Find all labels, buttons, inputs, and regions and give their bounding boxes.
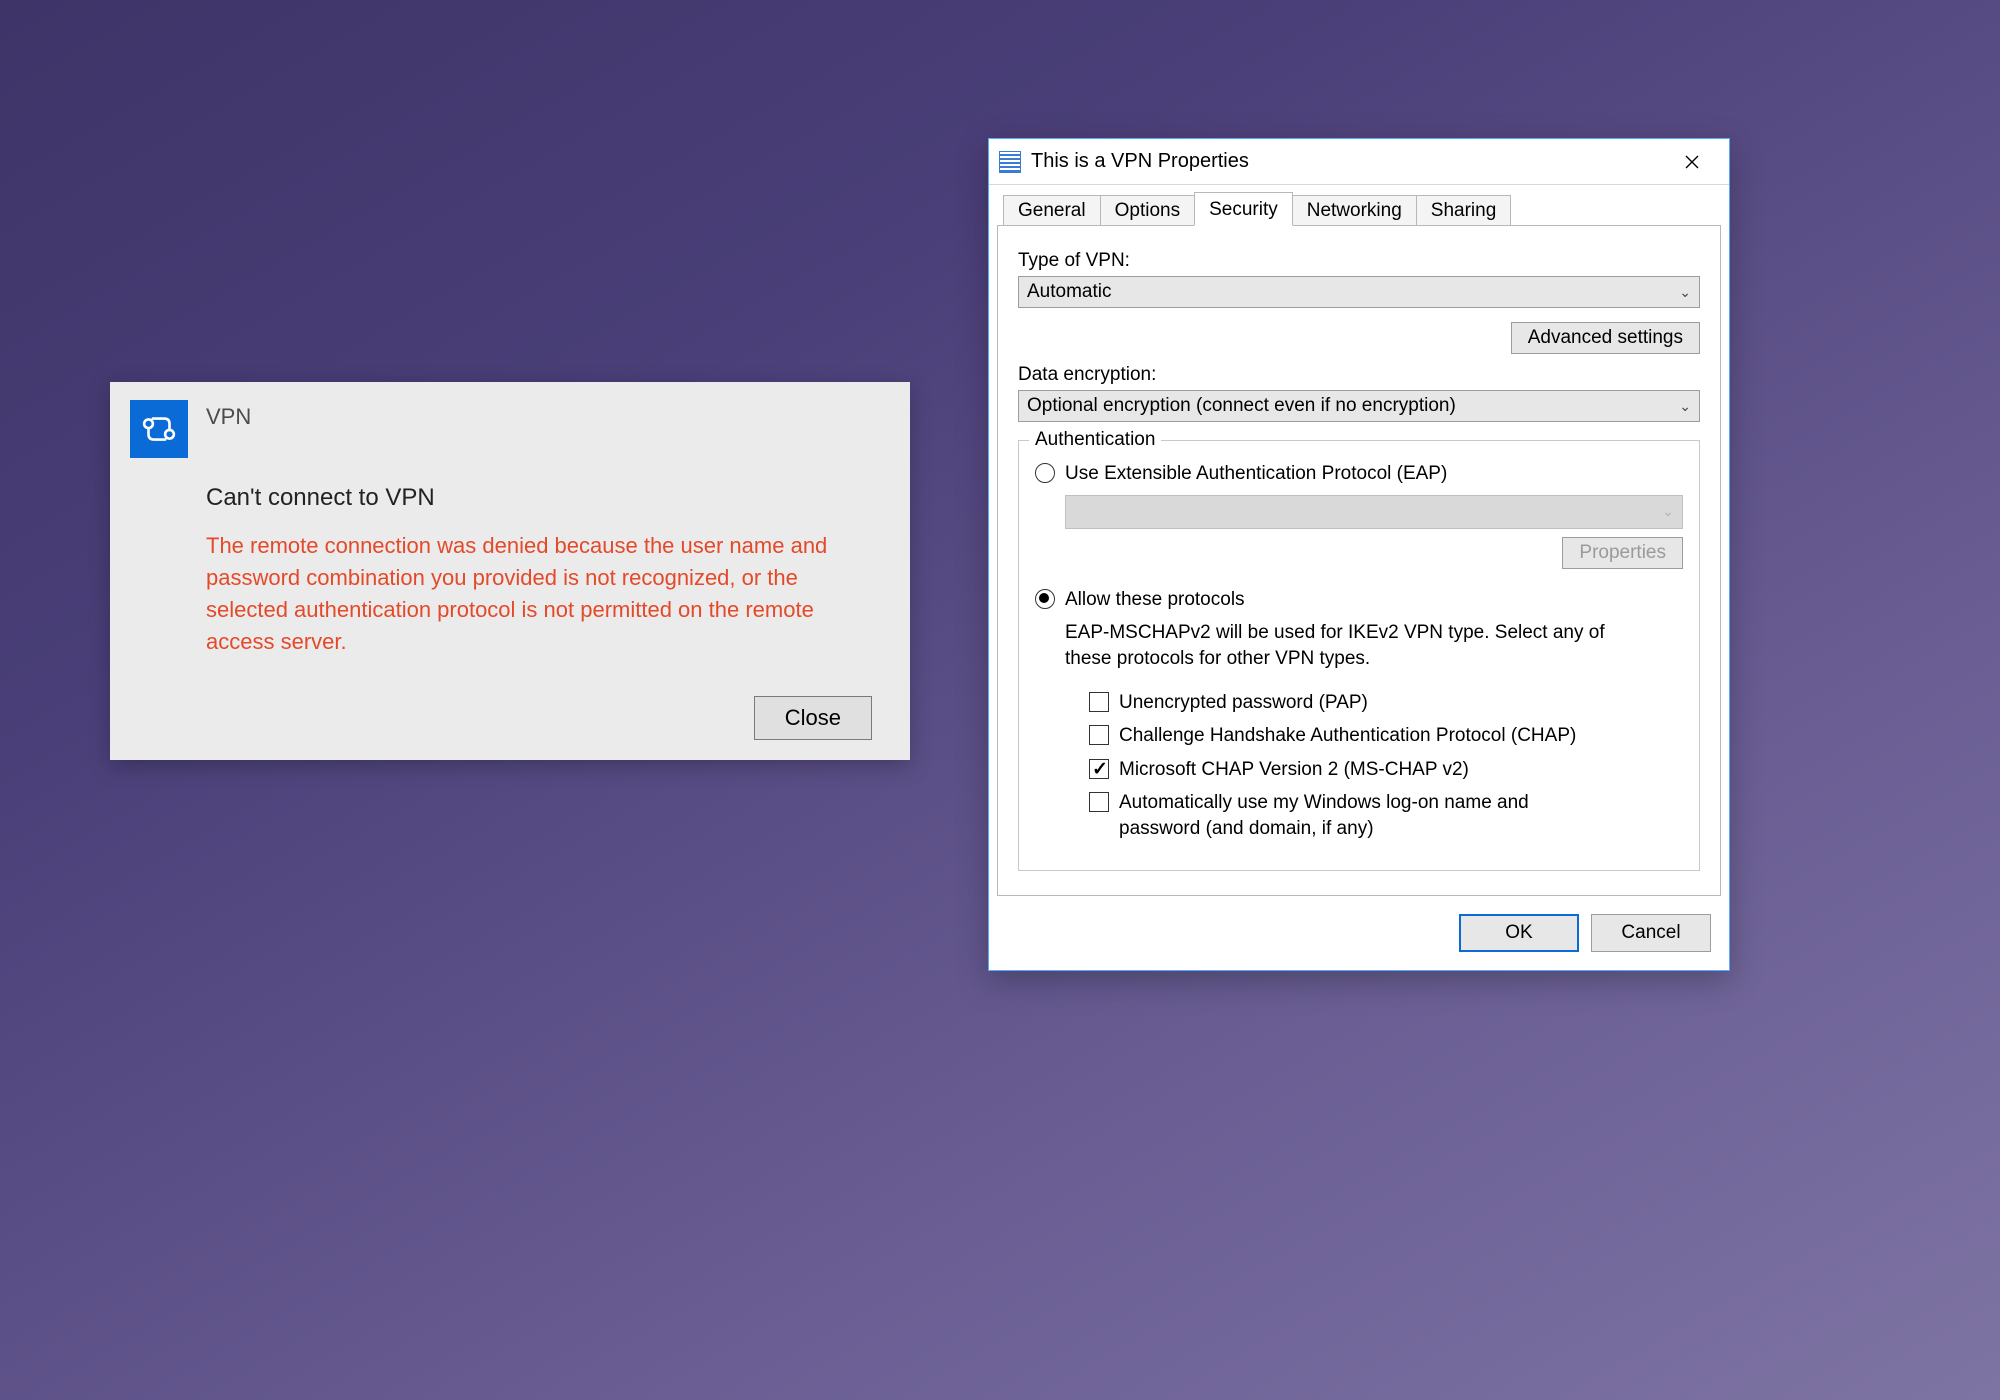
mschap-label: Microsoft CHAP Version 2 (MS-CHAP v2) [1119, 757, 1469, 783]
tab-options[interactable]: Options [1100, 195, 1195, 226]
encryption-label: Data encryption: [1018, 364, 1700, 386]
toast-error-message: The remote connection was denied because… [206, 530, 866, 658]
pap-checkbox-row[interactable]: Unencrypted password (PAP) [1089, 690, 1683, 716]
tab-general[interactable]: General [1003, 195, 1101, 226]
vpn-icon [130, 400, 188, 458]
allow-protocols-note: EAP-MSCHAPv2 will be used for IKEv2 VPN … [1065, 620, 1625, 671]
authentication-legend: Authentication [1029, 429, 1161, 451]
eap-radio-row[interactable]: Use Extensible Authentication Protocol (… [1035, 461, 1683, 487]
dialog-icon [999, 151, 1021, 173]
allow-protocols-label: Allow these protocols [1065, 587, 1245, 613]
dialog-titlebar[interactable]: This is a VPN Properties [989, 139, 1729, 185]
tab-security[interactable]: Security [1194, 192, 1293, 226]
chevron-down-icon: ⌄ [1662, 503, 1674, 520]
dialog-title: This is a VPN Properties [1031, 150, 1657, 173]
encryption-value: Optional encryption (connect even if no … [1027, 395, 1456, 417]
toast-app-name: VPN [206, 400, 251, 430]
mschap-checkbox-row[interactable]: Microsoft CHAP Version 2 (MS-CHAP v2) [1089, 757, 1683, 783]
authentication-fieldset: Authentication Use Extensible Authentica… [1018, 440, 1700, 871]
close-icon[interactable] [1667, 145, 1717, 179]
tab-bar: General Options Security Networking Shar… [997, 191, 1721, 225]
tab-sharing[interactable]: Sharing [1416, 195, 1512, 226]
vpn-type-select[interactable]: Automatic ⌄ [1018, 276, 1700, 308]
vpn-type-label: Type of VPN: [1018, 250, 1700, 272]
tab-networking[interactable]: Networking [1292, 195, 1417, 226]
chap-checkbox[interactable] [1089, 725, 1109, 745]
autologon-checkbox-row[interactable]: Automatically use my Windows log-on name… [1089, 790, 1609, 841]
eap-method-select: ⌄ [1065, 495, 1683, 529]
eap-radio-label: Use Extensible Authentication Protocol (… [1065, 461, 1447, 487]
chevron-down-icon: ⌄ [1679, 398, 1691, 415]
pap-checkbox[interactable] [1089, 692, 1109, 712]
autologon-checkbox[interactable] [1089, 792, 1109, 812]
close-button[interactable]: Close [754, 696, 872, 740]
advanced-settings-button[interactable]: Advanced settings [1511, 322, 1700, 354]
vpn-properties-dialog: This is a VPN Properties General Options… [988, 138, 1730, 971]
chevron-down-icon: ⌄ [1679, 284, 1691, 301]
ok-button[interactable]: OK [1459, 914, 1579, 952]
eap-radio[interactable] [1035, 463, 1055, 483]
autologon-label: Automatically use my Windows log-on name… [1119, 790, 1609, 841]
encryption-select[interactable]: Optional encryption (connect even if no … [1018, 390, 1700, 422]
allow-protocols-radio[interactable] [1035, 589, 1055, 609]
mschap-checkbox[interactable] [1089, 759, 1109, 779]
vpn-type-value: Automatic [1027, 281, 1111, 303]
vpn-error-toast: VPN Can't connect to VPN The remote conn… [110, 382, 910, 760]
eap-properties-button: Properties [1562, 537, 1683, 569]
security-panel: Type of VPN: Automatic ⌄ Advanced settin… [997, 225, 1721, 896]
toast-subtitle: Can't connect to VPN [206, 484, 886, 512]
pap-label: Unencrypted password (PAP) [1119, 690, 1368, 716]
chap-checkbox-row[interactable]: Challenge Handshake Authentication Proto… [1089, 723, 1683, 749]
allow-protocols-radio-row[interactable]: Allow these protocols [1035, 587, 1683, 613]
cancel-button[interactable]: Cancel [1591, 914, 1711, 952]
chap-label: Challenge Handshake Authentication Proto… [1119, 723, 1576, 749]
